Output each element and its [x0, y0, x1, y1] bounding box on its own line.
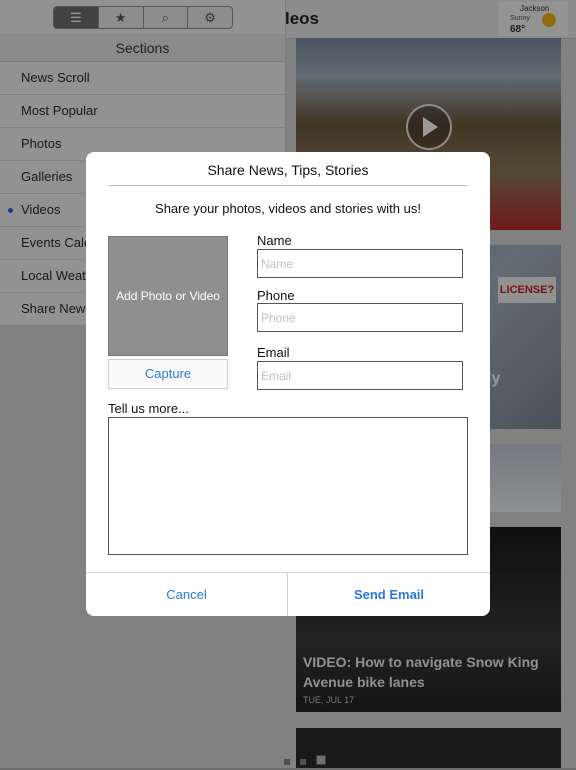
message-textarea[interactable] [108, 417, 468, 555]
dialog-subtitle: Share your photos, videos and stories wi… [155, 201, 421, 216]
email-field[interactable] [257, 361, 463, 390]
add-photo-label: Add Photo or Video [116, 289, 220, 303]
share-dialog: Share News, Tips, Stories Share your pho… [86, 152, 490, 616]
phone-field[interactable] [257, 303, 463, 332]
phone-label: Phone [257, 288, 295, 303]
name-label: Name [257, 233, 292, 248]
capture-button[interactable]: Capture [108, 359, 228, 389]
dialog-title: Share News, Tips, Stories [207, 162, 369, 178]
dialog-footer: Cancel Send Email [86, 572, 490, 616]
divider [108, 185, 468, 186]
send-email-button[interactable]: Send Email [288, 573, 490, 616]
add-photo-button[interactable]: Add Photo or Video [108, 236, 228, 356]
email-label: Email [257, 345, 290, 360]
message-label: Tell us more... [108, 401, 189, 416]
name-field[interactable] [257, 249, 463, 278]
cancel-button[interactable]: Cancel [86, 573, 287, 616]
